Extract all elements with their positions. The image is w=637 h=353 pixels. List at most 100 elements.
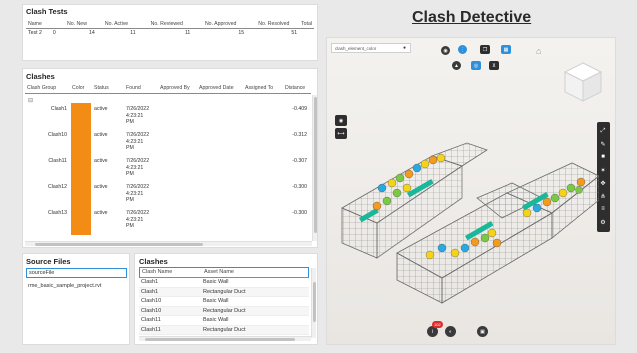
clash-assets-horizontal-scrollbar[interactable] — [139, 336, 311, 341]
clash-color-swatch — [71, 155, 91, 183]
clash-color-swatch — [71, 181, 91, 209]
clash-tests-column-header[interactable]: Total — [291, 20, 314, 29]
clash-test-cell: 11 — [130, 30, 136, 36]
group-toggle-icon[interactable]: ⊟ — [28, 97, 33, 104]
clash-color-swatch — [71, 129, 91, 157]
clash-assets-column-header[interactable]: Clash Name — [142, 269, 172, 275]
building-3d-model[interactable] — [337, 138, 599, 308]
clash-row[interactable]: Clash13 active 7/26/2022 4:23:21 PM -0.300 — [25, 207, 311, 235]
clash-row[interactable]: Clash10 active 7/26/2022 4:23:21 PM -0.312 — [25, 129, 311, 157]
clash-tests-column-header[interactable]: No. Approved — [184, 20, 239, 29]
dropdown-pin-icon: ● — [402, 45, 406, 51]
upload-icon[interactable]: ▲ — [452, 61, 461, 70]
clash-asset-row[interactable]: Clash10 Basic Wall — [139, 297, 309, 307]
clash-asset-row[interactable]: Clash11 Rectangular Duct — [139, 325, 309, 335]
clashes-column-header[interactable]: Approved By — [160, 85, 190, 91]
asset-name-cell: Rectangular Duct — [203, 288, 246, 295]
color-property-value: clash_element_color — [335, 46, 377, 51]
clash-test-cell: Test 2 — [28, 30, 42, 36]
clash-row[interactable]: Clash12 active 7/26/2022 4:23:21 PM -0.300 — [25, 181, 311, 209]
asset-name-cell: Rectangular Duct — [203, 326, 246, 333]
clash-tests-panel: Clash Tests Name No. New No. Active No. Rev… — [22, 4, 318, 61]
pen-icon[interactable]: ✎ — [598, 139, 608, 149]
clashes-column-header[interactable]: Assigned To — [245, 85, 273, 91]
clashes-horizontal-scrollbar[interactable] — [25, 241, 312, 246]
clash-name-cell: Clash10 — [141, 307, 162, 314]
clash-status-cell: active — [94, 158, 108, 164]
clash-test-cell: 51 — [291, 30, 298, 36]
clash-test-cell: 15 — [238, 30, 245, 36]
camera-icon[interactable]: ◉ — [441, 46, 450, 55]
clash-name-cell: Clash11 — [141, 326, 161, 333]
hierarchy-icon[interactable]: ⋮ — [458, 45, 467, 54]
explode-icon[interactable]: ✶ — [598, 165, 608, 175]
color-property-dropdown[interactable]: clash_element_color ● — [331, 43, 411, 53]
focus-icon[interactable]: ◎ — [471, 61, 481, 70]
clash-tests-column-header[interactable]: No. Active — [88, 20, 131, 29]
clash-status-cell: active — [94, 132, 108, 138]
source-files-panel: Source Files sourceFile rme_basic_sample… — [22, 253, 130, 345]
clash-tests-column-header[interactable]: No. Resolved — [238, 20, 292, 29]
clash-asset-row[interactable]: Clash11 Basic Wall — [139, 316, 309, 326]
clash-found-cell: 7/26/2022 — [126, 158, 150, 164]
clash-tests-column-header[interactable]: No. New — [52, 20, 89, 29]
grid-icon[interactable]: ▦ — [501, 45, 511, 54]
clash-found-cell: 7/26/2022 — [126, 132, 150, 138]
clash-group-cell: Clash13 — [47, 210, 67, 216]
source-file-column-header[interactable]: sourceFile — [26, 268, 127, 278]
clashes-column-header[interactable]: Found — [126, 85, 141, 91]
clash-asset-row[interactable]: Clash1 Basic Wall — [139, 278, 309, 288]
clash-found-cell: 7/26/2022 — [126, 210, 150, 216]
clash-distance-cell: -0.300 — [292, 184, 307, 190]
clashes-column-header[interactable]: Clash Group — [27, 85, 56, 91]
clash-assets-title: Clashes — [139, 257, 168, 266]
clash-test-row[interactable]: Test 2 0 14 11 11 15 51 — [26, 29, 314, 38]
clash-tests-column-header[interactable]: No. Reviewed — [130, 20, 185, 29]
view-cube[interactable] — [561, 60, 605, 104]
expand-icon[interactable]: ⤢ — [598, 126, 608, 136]
eye-icon[interactable]: ◉ — [335, 115, 347, 126]
clash-group-cell: Clash12 — [47, 184, 67, 190]
copy-icon[interactable]: ❐ — [480, 45, 490, 54]
clashes-title: Clashes — [26, 72, 55, 81]
clash-test-cell: 0 — [52, 30, 56, 36]
clash-found-cell: PM — [126, 197, 134, 203]
clash-row[interactable]: Clash11 active 7/26/2022 4:23:21 PM -0.307 — [25, 155, 311, 183]
filter-icon[interactable]: ⊻ — [489, 61, 499, 70]
clash-tests-column-header[interactable]: Name — [26, 20, 53, 29]
clash-name-cell: Clash1 — [141, 279, 159, 285]
move-icon[interactable]: ✥ — [598, 178, 608, 188]
asset-name-cell: Basic Wall — [203, 298, 229, 304]
layers-icon[interactable]: ≡ — [598, 204, 608, 214]
clash-tests-table: Name No. New No. Active No. Reviewed No. App… — [26, 20, 314, 37]
clash-found-cell: PM — [126, 119, 134, 125]
clash-status-cell: active — [94, 210, 108, 216]
save-icon[interactable]: ▣ — [477, 326, 488, 337]
clash-found-cell: PM — [126, 171, 134, 177]
clashes-column-header[interactable]: Approved Date — [199, 85, 234, 91]
asset-name-cell: Rectangular Duct — [203, 307, 246, 314]
source-file-item[interactable]: rme_basic_sample_project.rvt — [26, 282, 103, 290]
clashes-column-header[interactable]: Distance — [285, 85, 305, 91]
model-viewer[interactable]: clash_element_color ● ◉ ⋮ ❐ ▦ ▲ ◎ ⊻ ⌂ ◉ … — [326, 37, 616, 345]
clashes-vertical-scrollbar[interactable] — [312, 95, 317, 241]
clash-asset-row[interactable]: Clash10 Rectangular Duct — [139, 306, 309, 316]
cube-icon[interactable]: ■ — [598, 152, 608, 162]
clashes-panel: Clashes Clash Group Color Status Found Appro… — [22, 68, 318, 248]
clash-row[interactable]: Clash1 active 7/26/2022 4:23:21 PM -0.409 — [25, 103, 311, 131]
settings-icon[interactable]: ⚙ — [598, 217, 608, 227]
clashes-column-header[interactable]: Color — [72, 85, 84, 91]
clash-group-cell: Clash11 — [48, 158, 67, 164]
clash-tests-title: Clash Tests — [26, 7, 68, 16]
clash-assets-column-header[interactable]: Asset Name — [204, 269, 234, 275]
clash-found-cell: PM — [126, 145, 134, 151]
clash-found-cell: 4:23:21 — [126, 164, 144, 171]
clash-found-cell: 7/26/2022 — [126, 184, 150, 190]
clash-test-cell: 11 — [184, 30, 191, 36]
clash-asset-row[interactable]: Clash1 Rectangular Duct — [139, 287, 309, 297]
clashes-column-header[interactable]: Status — [94, 85, 109, 91]
clash-assets-vertical-scrollbar[interactable] — [311, 268, 316, 338]
home-icon[interactable]: ⌂ — [536, 46, 541, 56]
tree-icon[interactable]: ⋔ — [598, 191, 608, 201]
layers-toggle-icon[interactable]: ◐ — [445, 326, 456, 337]
